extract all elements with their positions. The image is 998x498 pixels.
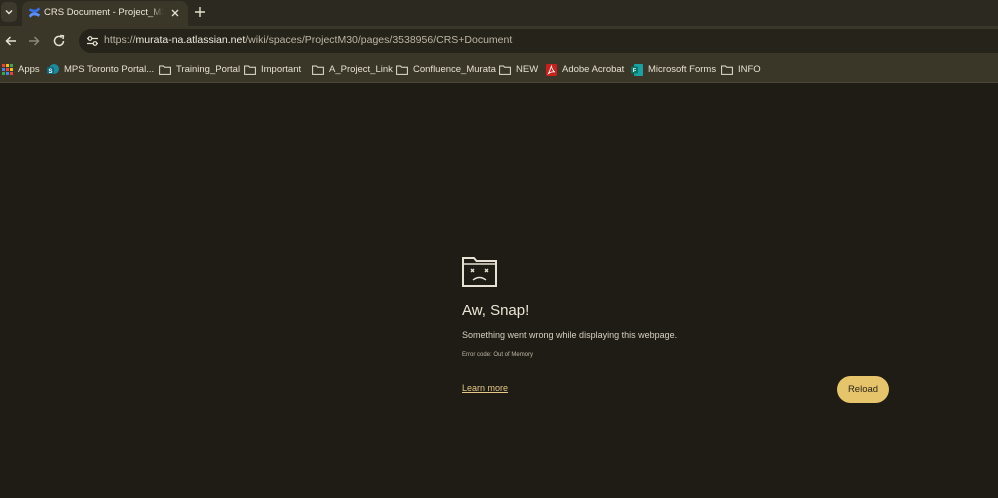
bookmark-label: Confluence_Murata [413, 64, 496, 75]
bookmark-adobe-acrobat[interactable]: Adobe Acrobat [546, 62, 624, 77]
bookmark-confluence-murata[interactable]: Confluence_Murata [396, 62, 496, 77]
bookmark-label: Microsoft Forms [648, 64, 717, 75]
bookmark-info[interactable]: INFO [721, 62, 761, 77]
bookmark-a-project-link[interactable]: A_Project_Link [312, 62, 393, 77]
bookmark-label: NEW [516, 64, 539, 75]
bookmark-label: Apps [18, 64, 40, 75]
bookmark-mps-toronto-portal[interactable]: S MPS Toronto Portal... [47, 62, 154, 77]
url-scheme: https:// [104, 34, 136, 46]
folder-icon [499, 65, 511, 75]
apps-grid-icon [2, 64, 13, 75]
new-tab-plus-icon[interactable] [193, 5, 207, 19]
bookmark-label: MPS Toronto Portal... [64, 64, 155, 75]
error-message: Something went wrong while displaying th… [462, 330, 678, 340]
error-code: Error code: Out of Memory [462, 352, 534, 358]
url-path: /wiki/spaces/ProjectM30/pages/3538956/CR… [245, 34, 513, 46]
active-tab[interactable]: CRS Document - Project_M302 [22, 1, 188, 26]
sharepoint-icon: S [47, 63, 59, 75]
browser-toolbar: https://murata-na.atlassian.net/wiki/spa… [0, 26, 998, 56]
reload-button[interactable]: Reload [837, 376, 889, 403]
sad-folder-icon [462, 257, 497, 287]
bookmark-important[interactable]: Important [244, 62, 301, 77]
bookmark-label: A_Project_Link [329, 64, 393, 75]
tab-title: CRS Document - Project_M302 [44, 7, 164, 18]
bookmark-apps[interactable]: Apps [2, 62, 40, 77]
bookmark-label: Important [261, 64, 302, 75]
error-title: Aw, Snap! [462, 302, 530, 319]
reload-icon[interactable] [52, 34, 66, 48]
url-text: https://murata-na.atlassian.net/wiki/spa… [104, 34, 512, 46]
folder-icon [721, 65, 733, 75]
back-arrow-icon[interactable] [4, 34, 18, 48]
bookmark-label: Training_Portal [176, 64, 241, 75]
bookmark-label: Adobe Acrobat [562, 64, 625, 75]
learn-more-link[interactable]: Learn more [462, 383, 508, 393]
page-content: Aw, Snap! Something went wrong while dis… [0, 83, 998, 498]
folder-icon [396, 65, 408, 75]
svg-text:S: S [48, 69, 52, 75]
adobe-acrobat-icon [546, 63, 557, 76]
bookmark-label: INFO [738, 64, 761, 75]
tab-search-button[interactable] [1, 2, 17, 22]
forward-arrow-icon[interactable] [27, 34, 41, 48]
url-host: murata-na.atlassian.net [135, 34, 246, 46]
folder-icon [159, 65, 171, 75]
bookmark-new[interactable]: NEW [499, 62, 538, 77]
bookmark-training-portal[interactable]: Training_Portal [159, 62, 240, 77]
tab-strip: CRS Document - Project_M302 [0, 0, 998, 26]
confluence-icon [28, 7, 41, 18]
folder-icon [312, 65, 324, 75]
site-info-icon[interactable] [86, 35, 99, 47]
bookmarks-bar: Apps S MPS Toronto Portal... Training_Po… [0, 56, 998, 83]
folder-icon [244, 65, 256, 75]
bookmark-microsoft-forms[interactable]: F Microsoft Forms [631, 62, 716, 77]
address-bar[interactable]: https://murata-na.atlassian.net/wiki/spa… [79, 29, 998, 53]
chevron-down-icon [5, 9, 13, 15]
microsoft-forms-icon: F [631, 63, 643, 76]
close-icon[interactable] [169, 7, 181, 19]
